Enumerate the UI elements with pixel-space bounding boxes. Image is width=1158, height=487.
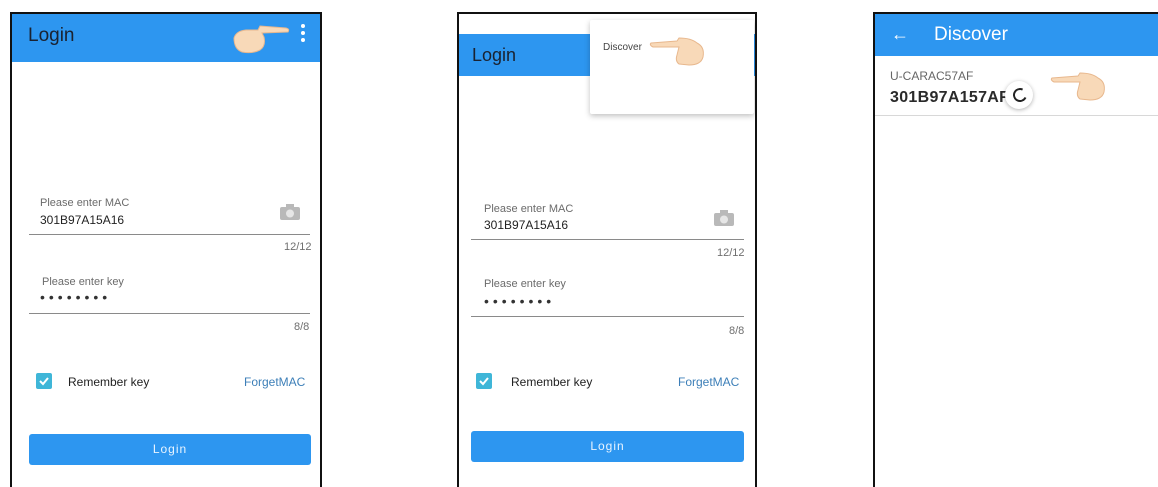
key-field-label: Please enter key (484, 278, 566, 290)
app-bar: ← Discover (875, 14, 1158, 56)
key-underline (29, 313, 310, 314)
overflow-menu: Discover (590, 20, 754, 114)
remember-label: Remember key (68, 375, 150, 389)
check-icon (39, 377, 49, 386)
device-mac[interactable]: 301B97A157AF (890, 89, 1009, 107)
mac-counter: 12/12 (717, 247, 745, 259)
key-field-label: Please enter key (42, 276, 124, 288)
key-underline (471, 316, 744, 317)
mac-underline (29, 234, 310, 235)
discover-screen: ← Discover U-CARAC57AF 301B97A157AF (873, 12, 1158, 487)
login-button[interactable]: Login (471, 431, 744, 462)
key-field[interactable]: •••••••• (40, 289, 111, 305)
page-title: Discover (934, 24, 1008, 45)
check-icon (479, 377, 489, 386)
key-counter: 8/8 (729, 325, 745, 337)
page-title: Login (472, 45, 517, 65)
login-screen-step2: Login Discover Please enter MAC 301B97A1… (457, 12, 757, 487)
menu-item-discover[interactable]: Discover (603, 42, 642, 53)
camera-icon[interactable] (713, 209, 735, 227)
pointing-hand-icon (233, 25, 290, 54)
key-counter: 8/8 (294, 321, 310, 333)
key-field[interactable]: •••••••• (484, 293, 555, 309)
login-button[interactable]: Login (29, 434, 311, 465)
mac-underline (471, 239, 744, 240)
forget-mac-link[interactable]: ForgetMAC (678, 375, 739, 389)
list-divider (875, 115, 1158, 116)
page-title: Login (28, 25, 75, 46)
back-arrow-icon[interactable]: ← (891, 24, 909, 45)
camera-icon[interactable] (279, 203, 301, 221)
mac-counter: 12/12 (284, 241, 312, 253)
pointing-hand-icon (1050, 72, 1105, 101)
remember-checkbox[interactable] (36, 373, 52, 389)
mac-field[interactable]: 301B97A15A16 (40, 213, 124, 227)
more-vert-icon[interactable] (300, 24, 306, 45)
pointing-hand-icon (649, 37, 704, 66)
remember-checkbox[interactable] (476, 373, 492, 389)
mac-field-label: Please enter MAC (40, 197, 130, 209)
mac-field[interactable]: 301B97A15A16 (484, 218, 568, 232)
remember-label: Remember key (511, 375, 593, 389)
forget-mac-link[interactable]: ForgetMAC (244, 375, 305, 389)
login-screen-step1: Login Please enter MAC 301B97A15A16 12/1… (10, 12, 322, 487)
device-name[interactable]: U-CARAC57AF (890, 69, 973, 83)
loading-spinner-icon (1005, 81, 1033, 109)
mac-field-label: Please enter MAC (484, 203, 574, 215)
